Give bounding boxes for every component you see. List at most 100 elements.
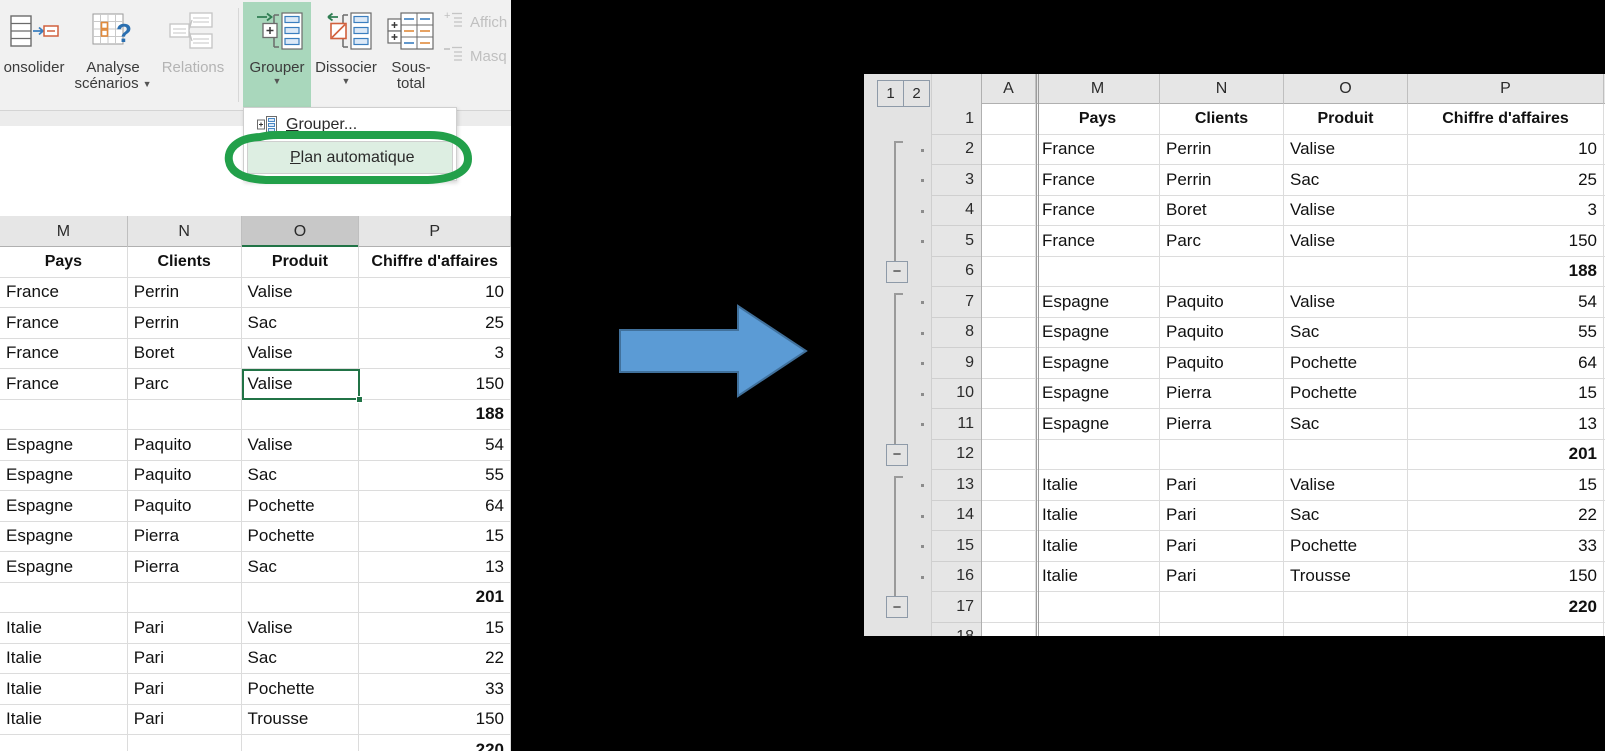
table-cell[interactable]: France — [1036, 165, 1160, 195]
table-cell[interactable]: Clients — [128, 247, 242, 277]
table-cell[interactable]: 188 — [1408, 256, 1604, 286]
table-cell[interactable]: Clients — [1160, 104, 1284, 134]
chevron-down-icon-grouper[interactable]: ▼ — [273, 76, 282, 86]
row-number[interactable]: 14 — [932, 501, 981, 531]
table-cell[interactable] — [1284, 622, 1408, 636]
ribbon-button-dissocier[interactable]: Dissocier ▼ — [311, 2, 381, 108]
table-cell[interactable]: Espagne — [0, 430, 128, 460]
table-cell[interactable]: Italie — [0, 674, 128, 704]
table-cell[interactable]: Sac — [1284, 500, 1408, 530]
row-number[interactable]: 1 — [932, 104, 981, 135]
table-cell[interactable]: Chiffre d'affaires — [1408, 104, 1604, 134]
table-cell[interactable]: Pochette — [1284, 378, 1408, 408]
row-number[interactable]: 5 — [932, 226, 981, 257]
table-cell[interactable]: 201 — [1408, 439, 1604, 469]
table-cell[interactable]: Produit — [1284, 104, 1408, 134]
table-cell[interactable] — [1036, 256, 1160, 286]
row-number[interactable]: 12 — [932, 440, 981, 470]
ribbon-button-afficher-details[interactable]: + Affich — [444, 10, 507, 34]
right-col-header-M[interactable]: M — [1036, 74, 1160, 104]
table-cell[interactable]: Perrin — [128, 308, 242, 338]
table-cell[interactable]: Valise — [1284, 134, 1408, 164]
table-cell[interactable]: Perrin — [1160, 165, 1284, 195]
table-cell[interactable] — [982, 592, 1036, 622]
table-cell[interactable]: Pochette — [242, 521, 360, 551]
outline-collapse-button[interactable]: − — [886, 260, 908, 283]
table-cell[interactable]: Valise — [242, 613, 360, 643]
row-number[interactable]: 9 — [932, 348, 981, 379]
chevron-down-icon-dissocier[interactable]: ▼ — [342, 76, 351, 86]
table-cell[interactable]: Produit — [242, 247, 360, 277]
ribbon-button-analyse-scenarios[interactable]: ? Analyse scénarios ▼ — [74, 2, 152, 108]
table-cell[interactable]: Pari — [1160, 470, 1284, 500]
table-cell[interactable] — [0, 735, 128, 751]
row-number[interactable]: 4 — [932, 196, 981, 226]
table-cell[interactable]: Italie — [1036, 561, 1160, 591]
table-cell[interactable]: 64 — [359, 491, 511, 521]
table-cell[interactable]: France — [0, 338, 128, 368]
left-col-header-N[interactable]: N — [128, 216, 242, 247]
outline-collapse-button[interactable]: − — [886, 596, 908, 619]
table-cell[interactable]: Italie — [1036, 470, 1160, 500]
table-cell[interactable]: Paquito — [1160, 348, 1284, 378]
left-col-header-M[interactable]: M — [0, 216, 128, 247]
right-col-header-P[interactable]: P — [1408, 74, 1604, 104]
table-cell[interactable]: 64 — [1408, 348, 1604, 378]
table-cell[interactable] — [982, 348, 1036, 378]
table-cell[interactable]: Espagne — [0, 521, 128, 551]
row-number[interactable]: 8 — [932, 318, 981, 348]
right-col-header-A[interactable]: A — [982, 74, 1036, 104]
table-cell[interactable]: 10 — [359, 277, 511, 307]
table-cell[interactable] — [982, 256, 1036, 286]
row-number[interactable]: 10 — [932, 379, 981, 409]
table-cell[interactable] — [982, 500, 1036, 530]
row-number[interactable]: 7 — [932, 287, 981, 318]
ribbon-button-masquer-details[interactable]: Masq — [444, 44, 507, 68]
table-cell[interactable] — [242, 582, 360, 612]
table-cell[interactable]: France — [1036, 195, 1160, 225]
table-cell[interactable]: Pari — [128, 643, 242, 673]
table-cell[interactable]: 150 — [359, 704, 511, 734]
table-cell[interactable]: Sac — [1284, 165, 1408, 195]
table-cell[interactable]: 10 — [1408, 134, 1604, 164]
row-number[interactable]: 13 — [932, 470, 981, 501]
table-cell[interactable]: Paquito — [128, 460, 242, 490]
table-cell[interactable]: Espagne — [1036, 317, 1160, 347]
table-cell[interactable] — [128, 582, 242, 612]
table-cell[interactable]: France — [1036, 134, 1160, 164]
table-cell[interactable]: Pierra — [128, 552, 242, 582]
table-cell[interactable]: Valise — [242, 277, 360, 307]
table-cell[interactable]: 220 — [359, 735, 511, 751]
table-cell[interactable] — [1408, 622, 1604, 636]
menu-item-grouper[interactable]: Grouper... — [244, 108, 456, 141]
table-cell[interactable] — [982, 226, 1036, 256]
table-cell[interactable]: Pochette — [242, 674, 360, 704]
table-cell[interactable] — [982, 622, 1036, 636]
table-cell[interactable]: Pari — [1160, 561, 1284, 591]
table-cell[interactable]: Sac — [242, 308, 360, 338]
table-cell[interactable]: Sac — [242, 552, 360, 582]
outline-level-button-1[interactable]: 1 — [877, 80, 904, 107]
table-cell[interactable]: Boret — [1160, 195, 1284, 225]
table-cell[interactable]: Boret — [128, 338, 242, 368]
table-cell[interactable]: Paquito — [128, 430, 242, 460]
table-cell[interactable] — [982, 409, 1036, 439]
table-cell[interactable]: Italie — [0, 704, 128, 734]
table-cell[interactable]: 150 — [359, 369, 511, 399]
table-cell[interactable]: 220 — [1408, 592, 1604, 622]
table-cell[interactable]: Valise — [242, 369, 360, 399]
right-col-header-O[interactable]: O — [1284, 74, 1408, 104]
table-cell[interactable]: Valise — [242, 338, 360, 368]
row-number[interactable]: 3 — [932, 165, 981, 196]
table-cell[interactable] — [982, 104, 1036, 134]
table-cell[interactable] — [982, 134, 1036, 164]
table-cell[interactable] — [982, 287, 1036, 317]
table-cell[interactable] — [982, 317, 1036, 347]
table-cell[interactable]: Paquito — [1160, 287, 1284, 317]
table-cell[interactable]: Italie — [0, 613, 128, 643]
table-cell[interactable]: Sac — [1284, 409, 1408, 439]
table-cell[interactable]: Pierra — [128, 521, 242, 551]
row-number[interactable]: 2 — [932, 135, 981, 165]
table-cell[interactable]: 13 — [1408, 409, 1604, 439]
table-cell[interactable]: 3 — [1408, 195, 1604, 225]
